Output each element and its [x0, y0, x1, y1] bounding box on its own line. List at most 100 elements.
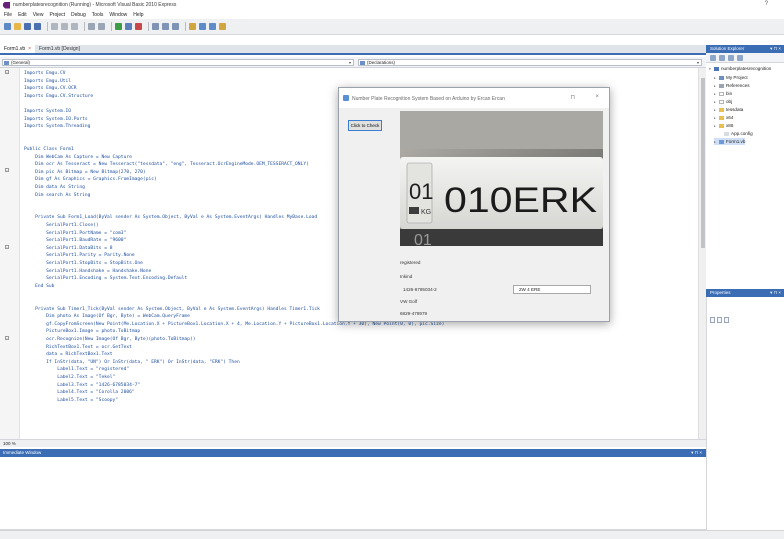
collapse-region-icon[interactable]: − [5, 70, 9, 74]
collapse-region-icon[interactable]: − [5, 336, 9, 340]
redo-icon[interactable] [98, 23, 105, 30]
properties-icon[interactable] [209, 23, 216, 30]
code-line[interactable]: Dim ocr As Tesseract = New Tesseract("te… [24, 161, 309, 168]
chevron-right-icon[interactable]: ▸ [714, 108, 718, 112]
categorized-icon[interactable] [710, 317, 715, 323]
cut-icon[interactable] [51, 23, 58, 30]
close-icon[interactable]: × [595, 94, 599, 100]
immediate-window-body[interactable] [0, 457, 706, 530]
tree-item-bin[interactable]: ▸ bin [714, 90, 732, 97]
close-tab-icon[interactable]: × [28, 46, 31, 52]
code-line[interactable]: RichTextBox1.Text = ocr.GetText [24, 344, 132, 351]
chevron-right-icon[interactable]: ▸ [714, 92, 718, 96]
copy-icon[interactable] [61, 23, 68, 30]
tree-item-my-project[interactable]: ▸ My Project [714, 74, 748, 81]
code-line[interactable]: Label5.Text = "Scoopy" [24, 397, 118, 404]
tree-item-x64[interactable]: ▸ x64 [714, 114, 733, 121]
class-name-dropdown[interactable]: (General) ▾ [2, 59, 354, 66]
window-controls-icon[interactable]: ▾ ⊓ × [691, 449, 702, 457]
code-line[interactable]: Label3.Text = "1426-6785034-7" [24, 382, 140, 389]
pause-icon[interactable] [125, 23, 132, 30]
save-all-icon[interactable] [34, 23, 41, 30]
save-icon[interactable] [24, 23, 31, 30]
help-icon[interactable]: ? [765, 1, 768, 7]
code-line[interactable]: SerialPort1.Encoding = System.Text.Encod… [24, 275, 187, 282]
code-line[interactable]: Imports Emgu.CV [24, 70, 66, 77]
chevron-down-icon[interactable]: ▾ [709, 67, 713, 71]
chevron-right-icon[interactable]: ▸ [714, 116, 718, 120]
start-debugging-icon[interactable] [115, 23, 122, 30]
step-over-icon[interactable] [162, 23, 169, 30]
code-line[interactable]: End Sub [24, 283, 54, 290]
code-line[interactable]: SerialPort1.Parity = Parity.None [24, 252, 135, 259]
scrollbar-thumb[interactable] [701, 78, 705, 248]
code-line[interactable]: ocr.Recognize(New Image(Of Bgr, Byte)(ph… [24, 336, 195, 343]
chevron-right-icon[interactable]: ▸ [714, 124, 718, 128]
code-line[interactable]: Dim pic As Bitmap = New Bitmap(270, 270) [24, 169, 146, 176]
menu-debug[interactable]: Debug [71, 12, 86, 18]
tree-item-tessdata[interactable]: ▸ tessdata [714, 106, 743, 113]
code-line[interactable]: SerialPort1.PortName = "com3" [24, 230, 126, 237]
code-line[interactable]: Private Sub Timer1_Tick(ByVal sender As … [24, 306, 320, 313]
stop-debugging-icon[interactable] [135, 23, 142, 30]
minimize-icon[interactable]: ⊓ [570, 94, 575, 101]
code-line[interactable]: Label4.Text = "Corolla 2006" [24, 389, 134, 396]
code-line[interactable]: Private Sub Form1_Load(ByVal sender As S… [24, 214, 317, 221]
code-line[interactable]: Label1.Text = "registered" [24, 366, 129, 373]
step-out-icon[interactable] [172, 23, 179, 30]
code-line[interactable]: Dim WebCam As Capture = New Capture [24, 154, 132, 161]
code-line[interactable]: Imports System.Threading [24, 123, 90, 130]
solution-explorer-icon[interactable] [199, 23, 206, 30]
step-into-icon[interactable] [152, 23, 159, 30]
code-line[interactable]: data = RichTextBox1.Text [24, 351, 112, 358]
code-line[interactable]: SerialPort1.Handshake = Handshake.None [24, 268, 151, 275]
menu-file[interactable]: File [4, 12, 12, 18]
tree-item-form1[interactable]: ▸ Form1.vb [714, 138, 746, 145]
method-name-dropdown[interactable]: (Declarations) ▾ [358, 59, 702, 66]
collapse-region-icon[interactable]: − [5, 168, 9, 172]
code-line[interactable]: Dim data As String [24, 184, 85, 191]
code-line[interactable]: PictureBox1.Image = photo.ToBitmap [24, 328, 140, 335]
tree-item-project[interactable]: ▾ numberplatesrecognition [709, 65, 771, 72]
code-line[interactable]: Public Class Form1 [24, 146, 74, 153]
tree-item-x86[interactable]: ▸ x86 [714, 122, 733, 129]
code-line[interactable]: Label2.Text = "Tekel" [24, 374, 115, 381]
code-line[interactable]: Imports System.IO.Ports [24, 116, 88, 123]
code-line[interactable]: Imports Emgu.CV.OCR [24, 85, 77, 92]
code-line[interactable]: SerialPort1.Close() [24, 222, 99, 229]
code-line[interactable]: SerialPort1.DataBits = 8 [24, 245, 112, 252]
tree-item-references[interactable]: ▸ References [714, 82, 750, 89]
alphabetical-icon[interactable] [717, 317, 722, 323]
code-line[interactable]: Dim search As String [24, 192, 90, 199]
chevron-right-icon[interactable]: ▸ [714, 140, 718, 144]
editor-vertical-scrollbar[interactable] [698, 68, 706, 439]
zoom-level[interactable]: 100 % [3, 441, 16, 446]
tab-form1-design[interactable]: Form1.vb [Design] [35, 44, 84, 53]
menu-project[interactable]: Project [49, 12, 65, 18]
code-line[interactable]: SerialPort1.StopBits = StopBits.One [24, 260, 143, 267]
paste-icon[interactable] [71, 23, 78, 30]
ocr-result-textbox[interactable]: 2W 4 ERE [513, 285, 591, 294]
click-to-check-button[interactable]: Click to Check [348, 120, 382, 131]
toolbox-icon[interactable] [219, 23, 226, 30]
menu-view[interactable]: View [33, 12, 44, 18]
undo-icon[interactable] [88, 23, 95, 30]
menu-edit[interactable]: Edit [18, 12, 27, 18]
code-line[interactable]: Imports System.IO [24, 108, 71, 115]
new-project-icon[interactable] [4, 23, 11, 30]
window-controls-icon[interactable]: ▾ ⊓ × [770, 289, 781, 297]
window-controls-icon[interactable]: ▾ ⊓ × [770, 45, 781, 53]
code-line[interactable]: If InStr(data, "UN") Or InStr(data, " ER… [24, 359, 240, 366]
code-line[interactable]: Dim gf As Graphics = Graphics.FromImage(… [24, 176, 157, 183]
menu-help[interactable]: Help [133, 12, 143, 18]
tree-item-obj[interactable]: ▸ obj [714, 98, 732, 105]
tree-item-app-config[interactable]: App.config [719, 130, 753, 137]
view-code-icon[interactable] [737, 54, 743, 61]
property-pages-icon[interactable] [724, 317, 729, 323]
chevron-right-icon[interactable]: ▸ [714, 100, 718, 104]
menu-tools[interactable]: Tools [92, 12, 104, 18]
tab-form1-code[interactable]: Form1.vb × [0, 44, 36, 53]
refresh-icon[interactable] [728, 54, 734, 61]
open-file-icon[interactable] [14, 23, 21, 30]
chevron-right-icon[interactable]: ▸ [714, 84, 718, 88]
